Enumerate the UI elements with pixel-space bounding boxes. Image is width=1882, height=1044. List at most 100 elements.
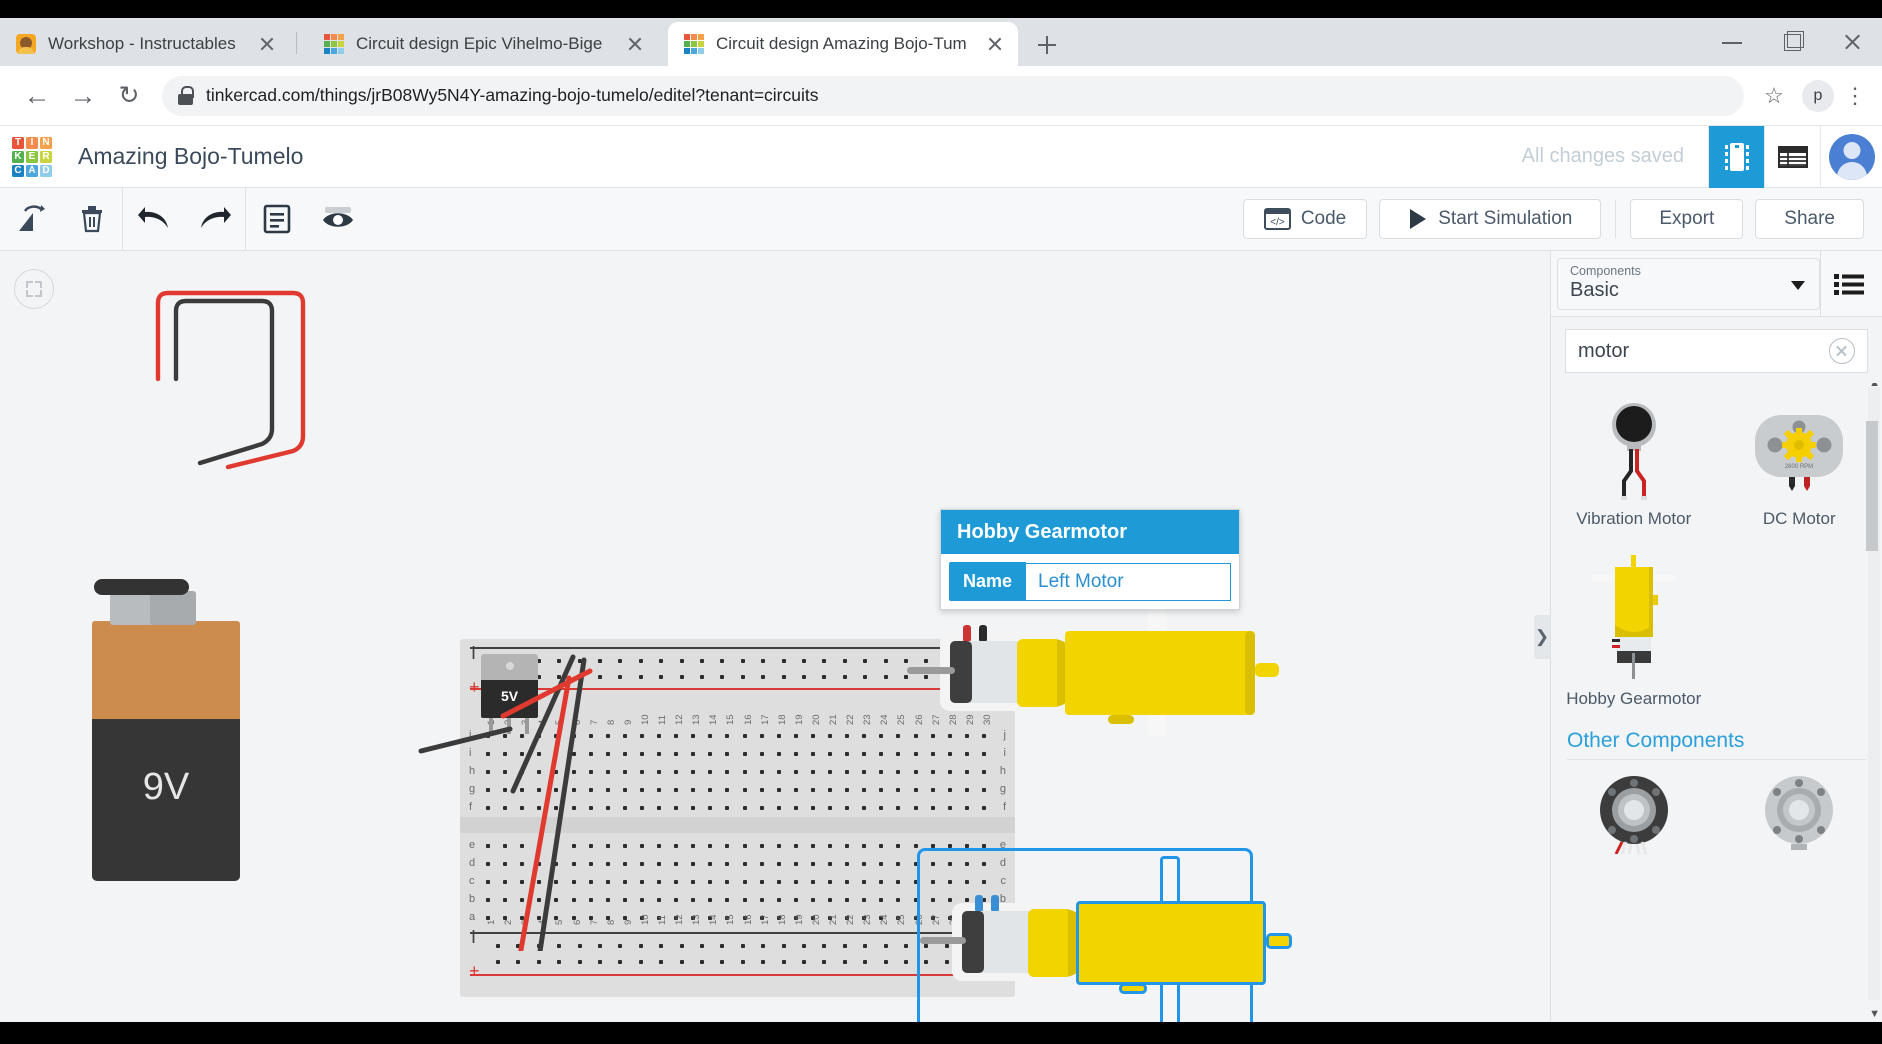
breadboard-hole[interactable]	[781, 960, 786, 964]
jumper-black-1	[537, 657, 587, 951]
breadboard-hole[interactable]	[496, 960, 500, 964]
breadboard-hole[interactable]	[802, 960, 806, 964]
search-input[interactable]: motor	[1578, 340, 1829, 363]
breadboard-hole[interactable]	[679, 960, 684, 964]
browser-tab-strip: Workshop - Instructables Circuit design …	[0, 18, 1882, 66]
motor-right[interactable]	[917, 848, 1292, 1022]
component-item-vibration-motor[interactable]: Vibration Motor	[1551, 383, 1717, 539]
panel-scrollbar-track[interactable]	[1866, 387, 1880, 1000]
panel-scrollbar-thumb[interactable]	[1866, 421, 1878, 551]
components-panel: Components Basic motor Vibration Motor 2…	[1550, 250, 1882, 1022]
circuit-canvas[interactable]: 9V I + I + I + I +	[0, 251, 1550, 1022]
dropdown-value: Basic	[1570, 278, 1619, 301]
user-account-button[interactable]	[1820, 125, 1882, 188]
other-components-title: Other Components	[1567, 729, 1745, 752]
breadboard-hole[interactable]	[904, 960, 908, 964]
logo-tile-t: T	[12, 136, 24, 149]
back-arrow-icon: ←	[23, 80, 51, 110]
browser-tab-2[interactable]: Circuit design Amazing Bojo-Tum	[668, 22, 1018, 66]
redo-icon	[200, 207, 231, 228]
visibility-button[interactable]	[307, 188, 368, 251]
browser-menu-icon[interactable]: ⋮	[1842, 84, 1868, 107]
rotate-button[interactable]	[0, 188, 61, 251]
breadboard-hole[interactable]	[842, 960, 847, 964]
tab-separator	[296, 32, 297, 54]
chip-view-button[interactable]	[1708, 125, 1764, 188]
breadboard-hole[interactable]	[740, 960, 745, 964]
breadboard-hole[interactable]	[761, 960, 766, 964]
delete-button[interactable]	[61, 188, 122, 251]
logo-tile-i: I	[26, 136, 38, 149]
components-category-dropdown[interactable]: Components Basic	[1557, 257, 1820, 310]
breadboard-hole[interactable]	[638, 960, 643, 964]
tinkercad-logo[interactable]: T I N K E R C A D	[12, 136, 52, 177]
component-inspector[interactable]: Hobby Gearmotor Name Left Motor	[940, 509, 1240, 610]
profile-avatar[interactable]: p	[1802, 79, 1834, 112]
inspector-title: Hobby Gearmotor	[941, 510, 1239, 554]
code-button[interactable]: </> Code	[1242, 199, 1368, 239]
component-item-hobby-gearmotor[interactable]: Hobby Gearmotor	[1551, 539, 1717, 719]
breadboard-hole[interactable]	[598, 960, 602, 964]
tab-close-icon[interactable]	[622, 31, 648, 57]
scroll-up-icon[interactable]: ▲	[1869, 383, 1880, 389]
breadboard-hole[interactable]	[516, 960, 521, 964]
clear-search-icon[interactable]	[1829, 338, 1855, 364]
logo-tile-n: N	[40, 136, 52, 149]
play-icon	[1410, 209, 1427, 229]
breadboard-hole[interactable]	[700, 960, 704, 964]
breadboard-hole[interactable]	[863, 960, 868, 964]
instructables-icon	[16, 34, 36, 54]
scroll-down-icon[interactable]: ▼	[1869, 1008, 1880, 1020]
breadboard-hole[interactable]	[720, 960, 725, 964]
undo-button[interactable]	[123, 188, 184, 251]
dc-motor-thumb: 2800 RPM	[1739, 397, 1859, 503]
browser-window: Workshop - Instructables Circuit design …	[0, 18, 1882, 1022]
search-field[interactable]: motor	[1565, 329, 1868, 373]
reload-button[interactable]: ↻	[106, 73, 152, 119]
forward-button[interactable]: →	[60, 73, 106, 119]
breadboard-hole[interactable]	[557, 960, 562, 964]
share-button[interactable]: Share	[1755, 199, 1864, 239]
browser-tab-1[interactable]: Circuit design Epic Vihelmo-Bige	[308, 22, 658, 66]
logo-tile-c: C	[12, 164, 24, 177]
breadboard-hole[interactable]	[822, 960, 827, 964]
tab-close-icon[interactable]	[254, 31, 280, 57]
name-field-label: Name	[949, 562, 1027, 601]
breadboard-hole[interactable]	[618, 960, 623, 964]
notes-button[interactable]	[246, 188, 307, 251]
list-view-button[interactable]	[1764, 125, 1820, 188]
maximize-icon[interactable]	[1762, 18, 1822, 66]
start-simulation-button[interactable]: Start Simulation	[1379, 199, 1602, 239]
project-title[interactable]: Amazing Bojo-Tumelo	[78, 143, 303, 170]
component-list-view-button[interactable]	[1820, 250, 1876, 317]
reload-icon: ↻	[118, 81, 140, 109]
tab-close-icon[interactable]	[982, 31, 1008, 57]
breadboard-hole[interactable]	[536, 960, 541, 964]
save-status: All changes saved	[1521, 145, 1684, 167]
tab-title: Circuit design Amazing Bojo-Tum	[716, 34, 967, 53]
browser-tab-0[interactable]: Workshop - Instructables	[0, 22, 290, 66]
bookmark-star-icon[interactable]: ☆	[1754, 83, 1794, 109]
name-input[interactable]: Left Motor	[1026, 562, 1231, 601]
redo-button[interactable]	[184, 188, 245, 251]
list-view-icon	[1777, 145, 1808, 168]
close-icon[interactable]	[1822, 18, 1882, 66]
breadboard-hole[interactable]	[577, 960, 582, 964]
minimize-icon[interactable]	[1702, 18, 1762, 66]
new-tab-button[interactable]	[1030, 28, 1064, 62]
component-item-stepper-dark[interactable]	[1551, 760, 1717, 870]
address-bar[interactable]: tinkercad.com/things/jrB08Wy5N4Y-amazing…	[162, 75, 1744, 116]
component-item-dc-motor[interactable]: 2800 RPM DC Motor	[1717, 383, 1882, 539]
export-button[interactable]: Export	[1630, 199, 1744, 239]
breadboard-hole[interactable]	[883, 960, 888, 964]
tinkercad-icon	[684, 34, 704, 54]
motor-terminal-positive	[963, 625, 971, 641]
component-item-stepper-light[interactable]	[1717, 760, 1882, 870]
panel-collapse-handle[interactable]: ❯	[1534, 614, 1550, 659]
export-label: Export	[1659, 208, 1715, 229]
share-label: Share	[1784, 208, 1835, 229]
components-results[interactable]: Vibration Motor 2800 RPM DC Motor Hobby …	[1551, 383, 1882, 1022]
breadboard-hole[interactable]	[659, 960, 664, 964]
back-button[interactable]: ←	[14, 73, 60, 119]
motor-left[interactable]	[905, 606, 1279, 736]
